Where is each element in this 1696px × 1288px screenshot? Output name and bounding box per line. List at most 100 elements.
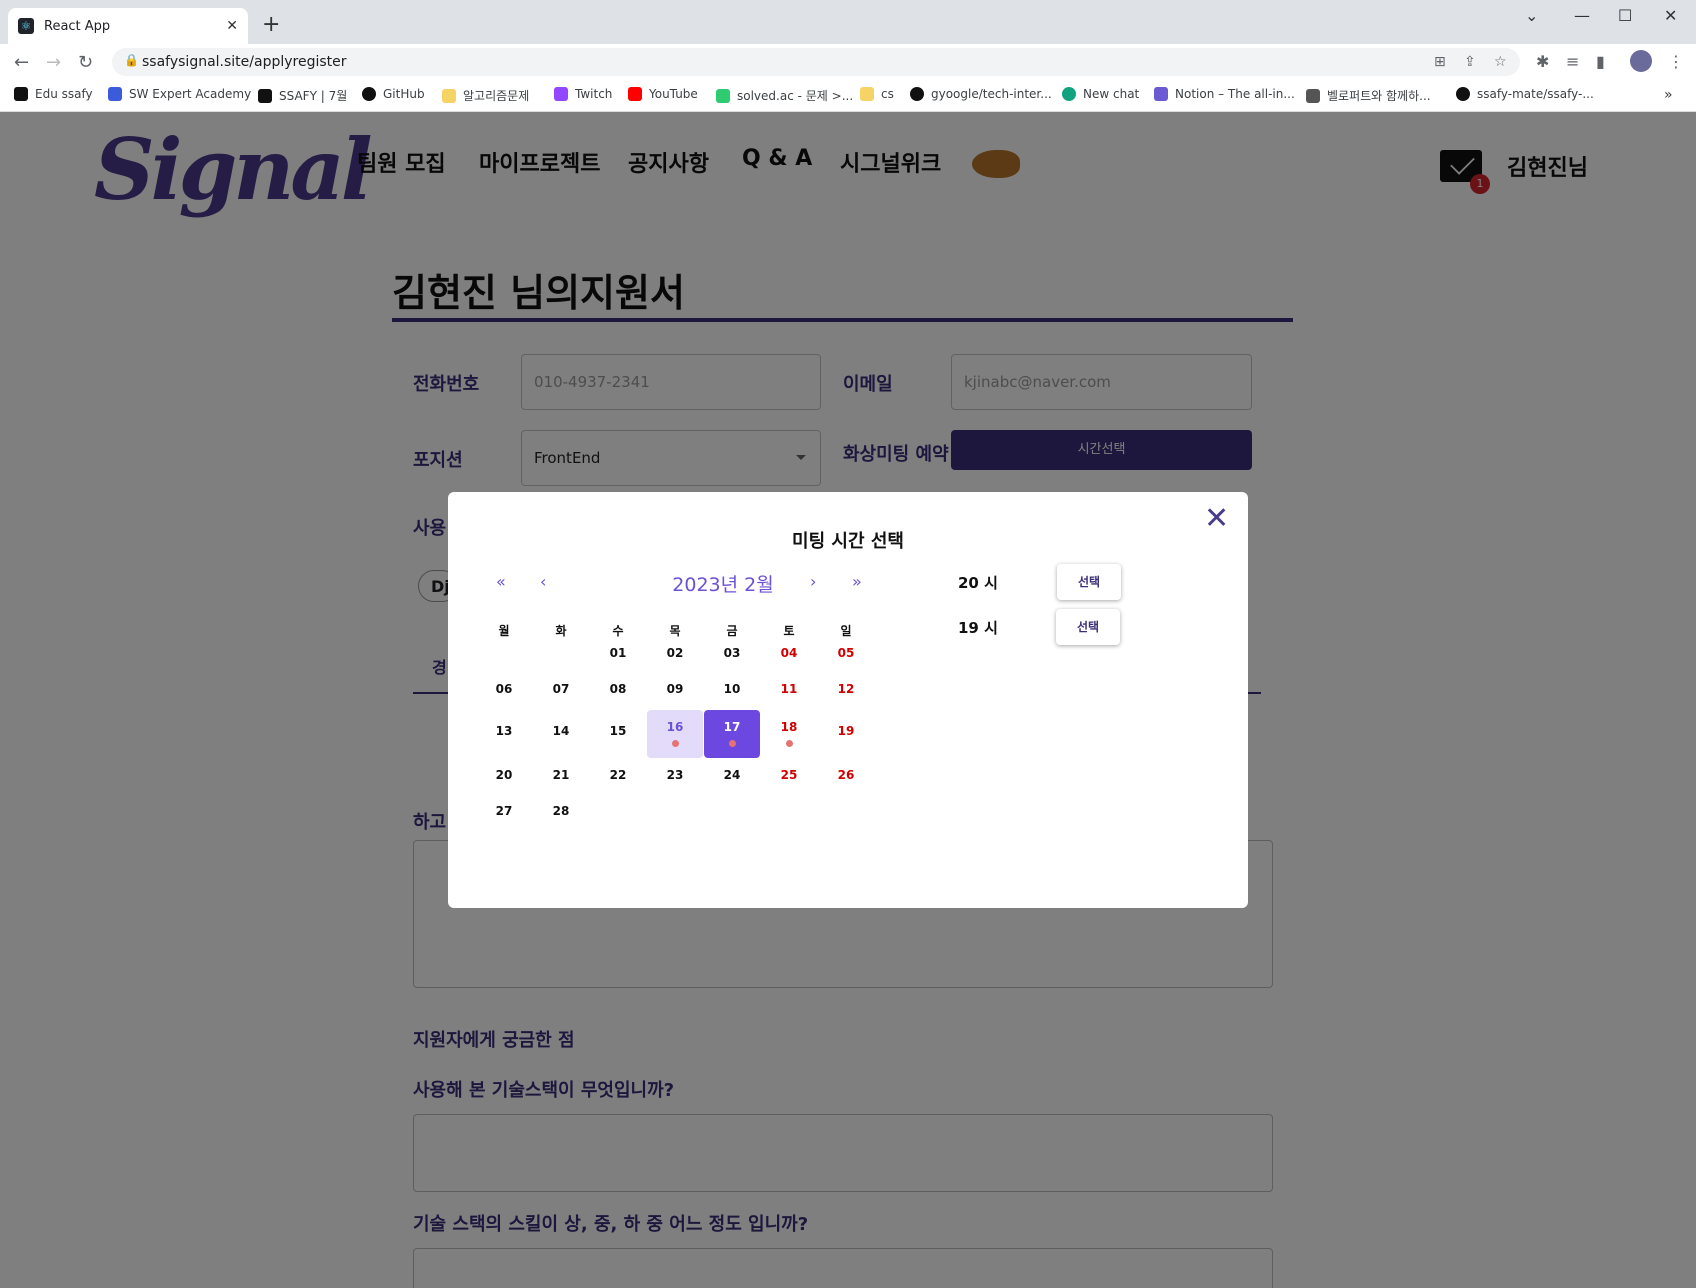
- bookmark-item[interactable]: New chat: [1062, 87, 1139, 101]
- media-icon[interactable]: ≡: [1566, 52, 1579, 71]
- meeting-time-modal: 미팅 시간 선택 ✕ « ‹ 2023년 2월 › » 월화수목금토일 01 02…: [448, 492, 1248, 908]
- book-icon: [1306, 88, 1320, 103]
- calendar-day[interactable]: 28: [533, 790, 589, 838]
- browser-toolbar: ← → ↻ 🔒 ssafysignal.site/applyregister ⊞…: [0, 44, 1696, 80]
- calendar-day-number: 06: [495, 682, 513, 696]
- prev-month-button[interactable]: ‹: [540, 572, 546, 591]
- reload-icon[interactable]: ↻: [78, 52, 93, 73]
- slot-select-button[interactable]: 선택: [1056, 609, 1120, 645]
- profile-avatar[interactable]: [1630, 50, 1652, 72]
- calendar-day[interactable]: 11: [761, 668, 817, 716]
- slot-select-button[interactable]: 선택: [1057, 564, 1121, 600]
- maximize-icon[interactable]: ☐: [1618, 6, 1632, 25]
- address-bar[interactable]: 🔒 ssafysignal.site/applyregister ⊞ ⇪ ☆: [112, 48, 1520, 76]
- calendar-day-number: 19: [837, 724, 855, 738]
- back-icon[interactable]: ←: [14, 52, 29, 73]
- calendar-day-number: 05: [837, 646, 855, 660]
- calendar-day[interactable]: 17: [704, 710, 760, 758]
- new-tab-icon[interactable]: +: [262, 14, 280, 36]
- booked-dot-icon: [785, 740, 793, 747]
- prev-year-button[interactable]: «: [496, 572, 506, 591]
- calendar-day[interactable]: 19: [818, 710, 874, 758]
- calendar-day[interactable]: 24: [704, 754, 760, 802]
- calendar-day[interactable]: 15: [590, 710, 646, 758]
- next-year-button[interactable]: »: [852, 572, 862, 591]
- calendar-day-number: 23: [666, 768, 684, 782]
- calendar-day[interactable]: 12: [818, 668, 874, 716]
- bookmark-icon: [108, 87, 122, 101]
- tab-close-icon[interactable]: ✕: [226, 18, 238, 34]
- calendar-day[interactable]: 07: [533, 668, 589, 716]
- tab-title: React App: [44, 18, 111, 34]
- calendar-day-number: 26: [837, 768, 855, 782]
- close-icon[interactable]: ✕: [1204, 504, 1229, 534]
- tab-search-icon[interactable]: ⌄: [1525, 6, 1538, 25]
- share-icon[interactable]: ⇪: [1464, 54, 1476, 70]
- calendar-day[interactable]: 06: [476, 668, 532, 716]
- bookmark-icon: [14, 87, 28, 101]
- weekday-label: 월: [498, 624, 510, 638]
- calendar-month-label[interactable]: 2023년 2월: [628, 570, 818, 597]
- bookmark-star-icon[interactable]: ☆: [1494, 54, 1507, 70]
- calendar-day-number: 14: [552, 724, 570, 738]
- calendar-day-number: 22: [609, 768, 627, 782]
- calendar-day-number: 25: [780, 768, 798, 782]
- page: Signal 팀원 모집 마이프로젝트 공지사항 Q & A 시그널위크 1 김…: [0, 112, 1696, 1288]
- browser-tab[interactable]: ⚛ React App ✕: [8, 8, 248, 44]
- forward-icon[interactable]: →: [46, 52, 61, 73]
- calendar-day[interactable]: 23: [647, 754, 703, 802]
- calendar-day[interactable]: 10: [704, 668, 760, 716]
- bookmark-item[interactable]: ssafy-mate/ssafy-...: [1456, 87, 1594, 101]
- calendar-day-number: 18: [780, 720, 798, 734]
- minimize-icon[interactable]: —: [1574, 6, 1590, 25]
- bookmark-item[interactable]: Notion – The all-in...: [1154, 87, 1295, 101]
- bookmark-item[interactable]: Twitch: [554, 87, 612, 101]
- calendar-day[interactable]: 16: [647, 710, 703, 758]
- bookmarks-overflow-icon[interactable]: »: [1664, 87, 1673, 103]
- extensions-icon[interactable]: ✱: [1536, 52, 1549, 71]
- bookmark-item[interactable]: solved.ac - 문제 >...: [716, 87, 853, 104]
- translate-icon[interactable]: ⊞: [1434, 54, 1446, 70]
- calendar-day[interactable]: 09: [647, 668, 703, 716]
- bookmark-item[interactable]: GitHub: [362, 87, 425, 101]
- calendar-day-number: 07: [552, 682, 570, 696]
- modal-title: 미팅 시간 선택: [792, 531, 904, 552]
- bookmark-item[interactable]: Edu ssafy: [14, 87, 93, 101]
- bookmark-item[interactable]: SW Expert Academy: [108, 87, 251, 101]
- calendar-day-number: 01: [609, 646, 627, 660]
- calendar-day[interactable]: 14: [533, 710, 589, 758]
- calendar-day-number: 02: [666, 646, 684, 660]
- calendar-day-number: 12: [837, 682, 855, 696]
- calendar-day-number: 04: [780, 646, 798, 660]
- calendar-day[interactable]: 13: [476, 710, 532, 758]
- window-close-icon[interactable]: ✕: [1664, 6, 1677, 25]
- lock-icon: 🔒: [124, 53, 139, 67]
- calendar-day[interactable]: 26: [818, 754, 874, 802]
- bookmark-item[interactable]: 벨로퍼트와 함께하...: [1306, 87, 1431, 104]
- calendar-day[interactable]: 18: [761, 710, 817, 758]
- browser-tab-bar: ⚛ React App ✕ + ⌄ — ☐ ✕: [0, 0, 1696, 44]
- twitch-icon: [554, 87, 568, 101]
- github-icon: [910, 87, 924, 101]
- calendar-day-number: 17: [723, 720, 741, 734]
- calendar-day[interactable]: 25: [761, 754, 817, 802]
- calendar-day-number: 20: [495, 768, 513, 782]
- bookmark-item[interactable]: gyoogle/tech-inter...: [910, 87, 1052, 101]
- side-panel-icon[interactable]: ▮: [1596, 52, 1605, 71]
- weekday-label: 화: [555, 624, 567, 638]
- bookmark-item[interactable]: cs: [860, 87, 894, 101]
- calendar-day[interactable]: 27: [476, 790, 532, 838]
- bookmark-item[interactable]: YouTube: [628, 87, 698, 101]
- calendar-day-number: 21: [552, 768, 570, 782]
- next-month-button[interactable]: ›: [810, 572, 816, 591]
- bookmark-item[interactable]: 알고리즘문제: [442, 87, 529, 104]
- calendar-day-number: 03: [723, 646, 741, 660]
- calendar-day[interactable]: 08: [590, 668, 646, 716]
- calendar-day-number: 10: [723, 682, 741, 696]
- slot-time-label: 20 시: [958, 574, 998, 592]
- calendar-day[interactable]: 22: [590, 754, 646, 802]
- calendar-day-number: 08: [609, 682, 627, 696]
- bookmarks-bar: Edu ssafy SW Expert Academy SSAFY | 7월 G…: [0, 80, 1696, 112]
- bookmark-item[interactable]: SSAFY | 7월: [258, 87, 347, 104]
- menu-kebab-icon[interactable]: ⋮: [1668, 52, 1684, 71]
